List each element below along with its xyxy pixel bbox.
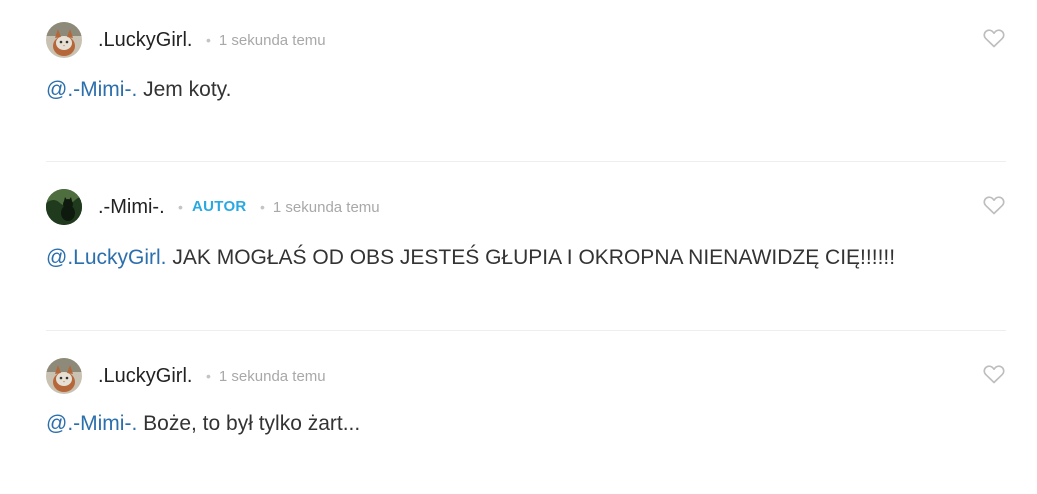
username[interactable]: .-Mimi-.: [98, 195, 165, 219]
comment-text: @.-Mimi-. Boże, to był tylko żart...: [46, 410, 360, 438]
comment-message: JAK MOGŁAŚ OD OBS JESTEŚ GŁUPIA I OKROPN…: [166, 246, 896, 269]
like-button[interactable]: [982, 193, 1006, 217]
comment-message: Boże, to był tylko żart...: [137, 412, 361, 435]
timestamp: • 1 sekunda temu: [260, 198, 380, 217]
heart-outline-icon: [983, 29, 1005, 48]
comment-header: .-Mimi-. • AUTOR • 1 sekunda temu: [46, 189, 1006, 227]
cat-avatar-icon: [46, 358, 82, 394]
username[interactable]: .LuckyGirl.: [98, 28, 192, 52]
separator-dot: •: [178, 199, 183, 215]
timestamp: • 1 sekunda temu: [206, 367, 326, 386]
cat-avatar-icon: [46, 22, 82, 58]
avatar[interactable]: [46, 189, 82, 225]
comment-header: .LuckyGirl. • 1 sekunda temu: [46, 22, 1006, 60]
forest-avatar-icon: [46, 189, 82, 225]
username[interactable]: .LuckyGirl.: [98, 364, 192, 388]
timestamp: • 1 sekunda temu: [206, 31, 326, 50]
heart-outline-icon: [983, 196, 1005, 215]
comment-item: .-Mimi-. • AUTOR • 1 sekunda temu @.Lucky…: [46, 189, 1006, 269]
comment-header: .LuckyGirl. • 1 sekunda temu: [46, 358, 1006, 396]
mention-link[interactable]: @.-Mimi-.: [46, 78, 137, 101]
author-badge: AUTOR: [192, 198, 247, 215]
mention-link[interactable]: @.-Mimi-.: [46, 412, 137, 435]
separator-dot: •: [206, 368, 211, 384]
mention-link[interactable]: @.LuckyGirl.: [46, 246, 167, 269]
divider: [46, 330, 1006, 331]
heart-outline-icon: [983, 365, 1005, 384]
like-button[interactable]: [982, 26, 1006, 50]
separator-dot: •: [260, 199, 265, 215]
comment-text: @.-Mimi-. Jem koty.: [46, 76, 231, 104]
comment-text: @.LuckyGirl. JAK MOGŁAŚ OD OBS JESTEŚ GŁ…: [46, 244, 895, 272]
timestamp-text: 1 sekunda temu: [218, 32, 326, 49]
comment-item: .LuckyGirl. • 1 sekunda temu @.-Mimi-. Je…: [46, 22, 1006, 101]
comment-message: Jem koty.: [137, 78, 232, 101]
comment-item: .LuckyGirl. • 1 sekunda temu @.-Mimi-. Bo…: [46, 358, 1006, 435]
avatar[interactable]: [46, 22, 82, 58]
timestamp-text: 1 sekunda temu: [218, 368, 326, 385]
avatar[interactable]: [46, 358, 82, 394]
like-button[interactable]: [982, 362, 1006, 386]
timestamp-text: 1 sekunda temu: [272, 199, 380, 216]
separator-dot: •: [206, 32, 211, 48]
divider: [46, 161, 1006, 162]
